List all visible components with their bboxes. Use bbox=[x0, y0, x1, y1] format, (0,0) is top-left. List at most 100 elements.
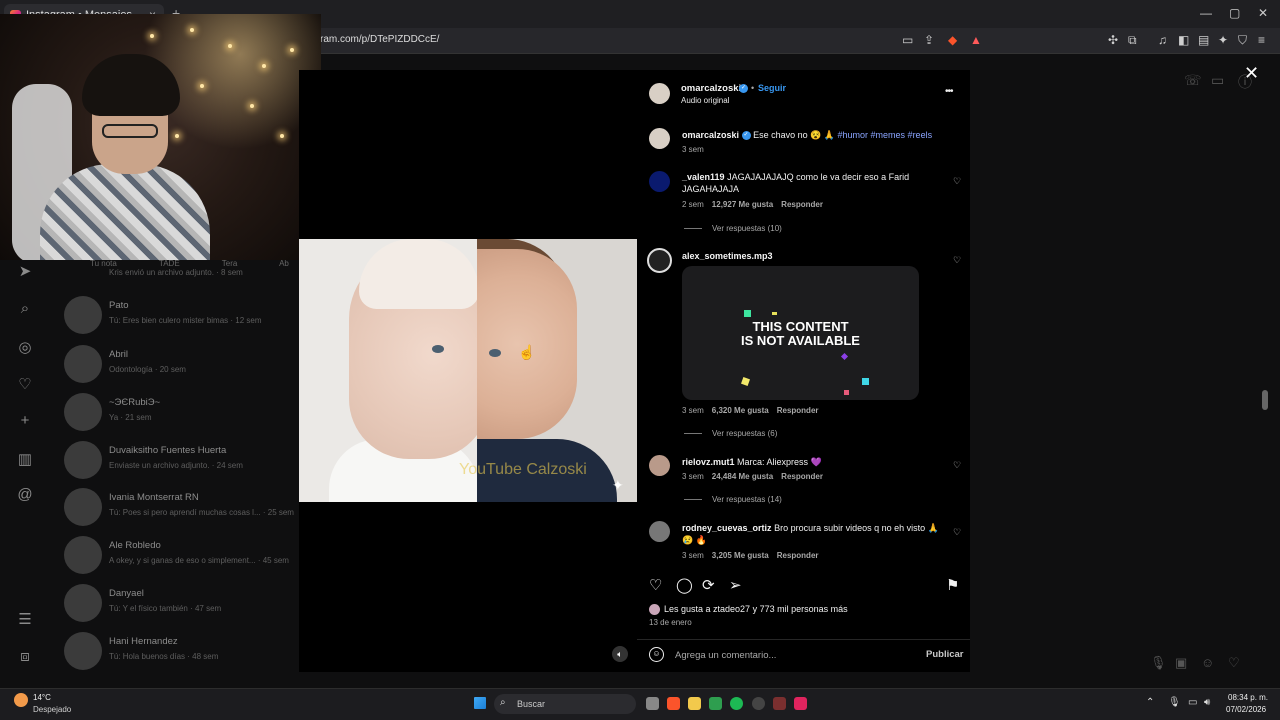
comment-username[interactable]: alex_sometimes.mp3 bbox=[682, 251, 773, 261]
threads-icon[interactable]: @ bbox=[16, 486, 34, 504]
weather-icon[interactable] bbox=[14, 693, 28, 707]
reel-video-frame[interactable]: YouTube Calzoski ✦ bbox=[299, 239, 637, 502]
heart-icon[interactable]: ♡ bbox=[1228, 655, 1240, 671]
image-icon[interactable]: ▣ bbox=[1175, 655, 1187, 671]
microphone-icon[interactable]: 🎙︎ bbox=[1168, 697, 1181, 708]
spotify-icon[interactable] bbox=[730, 697, 743, 710]
caption-author[interactable]: omarcalzoski bbox=[682, 130, 739, 140]
comment-likes[interactable]: 24,484 Me gusta bbox=[712, 472, 773, 481]
taskbar-search[interactable] bbox=[494, 694, 636, 714]
author-avatar[interactable] bbox=[649, 128, 670, 149]
dashboard-icon[interactable]: ▥ bbox=[16, 450, 34, 468]
comment-icon[interactable]: ◯ bbox=[676, 576, 693, 594]
save-bookmark-icon[interactable]: ⚑ bbox=[946, 576, 959, 594]
maximize-button[interactable]: ▢ bbox=[1229, 6, 1240, 20]
sidebar-icon[interactable]: ◧ bbox=[1178, 33, 1189, 47]
repost-icon[interactable]: ⟳ bbox=[702, 576, 715, 594]
chat-item[interactable]: Ale Robledo A okey, y si ganas de eso o … bbox=[64, 536, 294, 580]
like-comment-icon[interactable]: ♡ bbox=[953, 255, 961, 266]
comment-likes[interactable]: 12,927 Me gusta bbox=[712, 200, 773, 209]
menu-icon[interactable]: ≡ bbox=[1258, 33, 1265, 47]
avatar[interactable] bbox=[647, 248, 672, 273]
likes-summary[interactable]: Les gusta a ztadeo27 y 773 mil personas … bbox=[649, 604, 848, 616]
view-replies-button[interactable]: Ver respuestas (6) bbox=[684, 429, 777, 438]
like-comment-icon[interactable]: ♡ bbox=[953, 176, 961, 187]
tiktok-icon[interactable] bbox=[794, 697, 807, 710]
page-scrollbar[interactable] bbox=[1262, 62, 1268, 682]
brave-icon[interactable] bbox=[667, 697, 680, 710]
close-icon[interactable]: ✕ bbox=[1244, 63, 1259, 84]
microphone-icon[interactable]: 🎙︎ bbox=[1150, 655, 1167, 671]
caption-hashtags[interactable]: #humor #memes #reels bbox=[838, 130, 933, 140]
weather-temperature[interactable]: 14°C bbox=[33, 693, 51, 702]
reply-button[interactable]: Responder bbox=[777, 406, 819, 415]
volume-icon[interactable]: 🔈︎ bbox=[612, 646, 628, 662]
comment-username[interactable]: rodney_cuevas_ortiz bbox=[682, 523, 772, 533]
chat-item[interactable]: Pato Tú: Eres bien culero mister bimas ·… bbox=[64, 296, 294, 340]
network-icon[interactable]: ▭ bbox=[1188, 697, 1197, 708]
task-view-icon[interactable] bbox=[646, 697, 659, 710]
unavailable-media[interactable]: THIS CONTENT IS NOT AVAILABLE bbox=[682, 266, 919, 400]
like-comment-icon[interactable]: ♡ bbox=[953, 527, 961, 538]
audio-label[interactable]: Audio original bbox=[681, 96, 729, 105]
reply-button[interactable]: Responder bbox=[781, 200, 823, 209]
close-window-button[interactable]: ✕ bbox=[1258, 6, 1268, 20]
chat-item[interactable]: ~ЭЄRubiЭ~ Ya · 21 sem bbox=[64, 393, 294, 437]
reply-button[interactable]: Responder bbox=[781, 472, 823, 481]
avatar[interactable] bbox=[649, 455, 670, 476]
reply-button[interactable]: Responder bbox=[777, 551, 819, 560]
publish-button[interactable]: Publicar bbox=[926, 649, 964, 660]
author-username[interactable]: omarcalzoski bbox=[681, 83, 741, 94]
screenshot-icon[interactable]: ⧉ bbox=[1128, 33, 1137, 48]
brave-shields-icon[interactable]: ◆ bbox=[948, 33, 957, 47]
phone-icon[interactable]: ☏ bbox=[1184, 72, 1202, 89]
chat-item[interactable]: Ivania Montserrat RN Tú: Poes si pero ap… bbox=[64, 488, 294, 532]
cast-icon[interactable]: ▭ bbox=[902, 33, 913, 47]
url-field[interactable]: ram.com/p/DTePIZDDCcE/ bbox=[320, 34, 439, 45]
direct-icon[interactable]: ➤ bbox=[16, 262, 34, 280]
start-button[interactable] bbox=[474, 697, 486, 709]
like-comment-icon[interactable]: ♡ bbox=[953, 460, 961, 471]
file-explorer-icon[interactable] bbox=[688, 697, 701, 710]
chat-item[interactable]: Duvaiksitho Fuentes Huerta Enviaste un a… bbox=[64, 441, 294, 485]
scrollbar-thumb[interactable] bbox=[1262, 390, 1268, 410]
sticker-icon[interactable]: ☺ bbox=[1201, 655, 1214, 670]
tray-chevron-icon[interactable]: ⌃ bbox=[1146, 697, 1154, 708]
share-icon[interactable]: ➢ bbox=[729, 576, 742, 594]
comment-username[interactable]: rielovz.mut1 bbox=[682, 457, 735, 467]
emoji-icon[interactable]: ☺ bbox=[649, 647, 664, 662]
chat-item[interactable]: Abril Odontología · 20 sem bbox=[64, 345, 294, 389]
follow-button[interactable]: Seguir bbox=[758, 83, 786, 93]
comment-likes[interactable]: 3,205 Me gusta bbox=[712, 551, 769, 560]
like-icon[interactable]: ♡ bbox=[649, 576, 662, 594]
explore-icon[interactable]: ◎ bbox=[16, 338, 34, 356]
more-icon[interactable]: ☰ bbox=[16, 610, 34, 628]
comment-username[interactable]: _valen119 bbox=[682, 172, 725, 182]
author-avatar[interactable] bbox=[649, 83, 670, 104]
meta-apps-icon[interactable]: ⧈ bbox=[16, 648, 34, 666]
clock-time[interactable]: 08:34 p. m. bbox=[1228, 693, 1268, 702]
excel-icon[interactable] bbox=[709, 697, 722, 710]
chat-item[interactable]: Danyael Tú: Y el físico también · 47 sem bbox=[64, 584, 294, 628]
weather-description[interactable]: Despejado bbox=[33, 705, 71, 714]
wallet-icon[interactable]: ▤ bbox=[1198, 33, 1209, 47]
volume-icon[interactable]: 🔊︎ bbox=[1204, 697, 1210, 708]
avatar[interactable] bbox=[649, 171, 670, 192]
vpn-icon[interactable]: ⛉ bbox=[1238, 33, 1247, 48]
create-icon[interactable]: + bbox=[16, 412, 34, 430]
clock-date[interactable]: 07/02/2026 bbox=[1226, 705, 1266, 714]
more-options-icon[interactable]: ••• bbox=[945, 86, 953, 97]
notifications-icon[interactable]: ♡ bbox=[16, 375, 34, 393]
search-icon[interactable]: ⌕ bbox=[16, 300, 34, 318]
comment-input[interactable] bbox=[675, 647, 895, 663]
view-replies-button[interactable]: Ver respuestas (10) bbox=[684, 224, 782, 233]
chat-item[interactable]: Hani Hernandez Tú: Hola buenos días · 48… bbox=[64, 632, 294, 676]
brave-rewards-icon[interactable]: ▲ bbox=[970, 33, 982, 47]
view-replies-button[interactable]: Ver respuestas (14) bbox=[684, 495, 782, 504]
leo-ai-icon[interactable]: ✦ bbox=[1218, 33, 1228, 47]
minimize-button[interactable]: — bbox=[1200, 6, 1212, 20]
obs-icon[interactable] bbox=[752, 697, 765, 710]
share-icon[interactable]: ⇪ bbox=[924, 33, 934, 47]
music-icon[interactable]: ♫ bbox=[1158, 33, 1167, 47]
capcut-icon[interactable] bbox=[773, 697, 786, 710]
